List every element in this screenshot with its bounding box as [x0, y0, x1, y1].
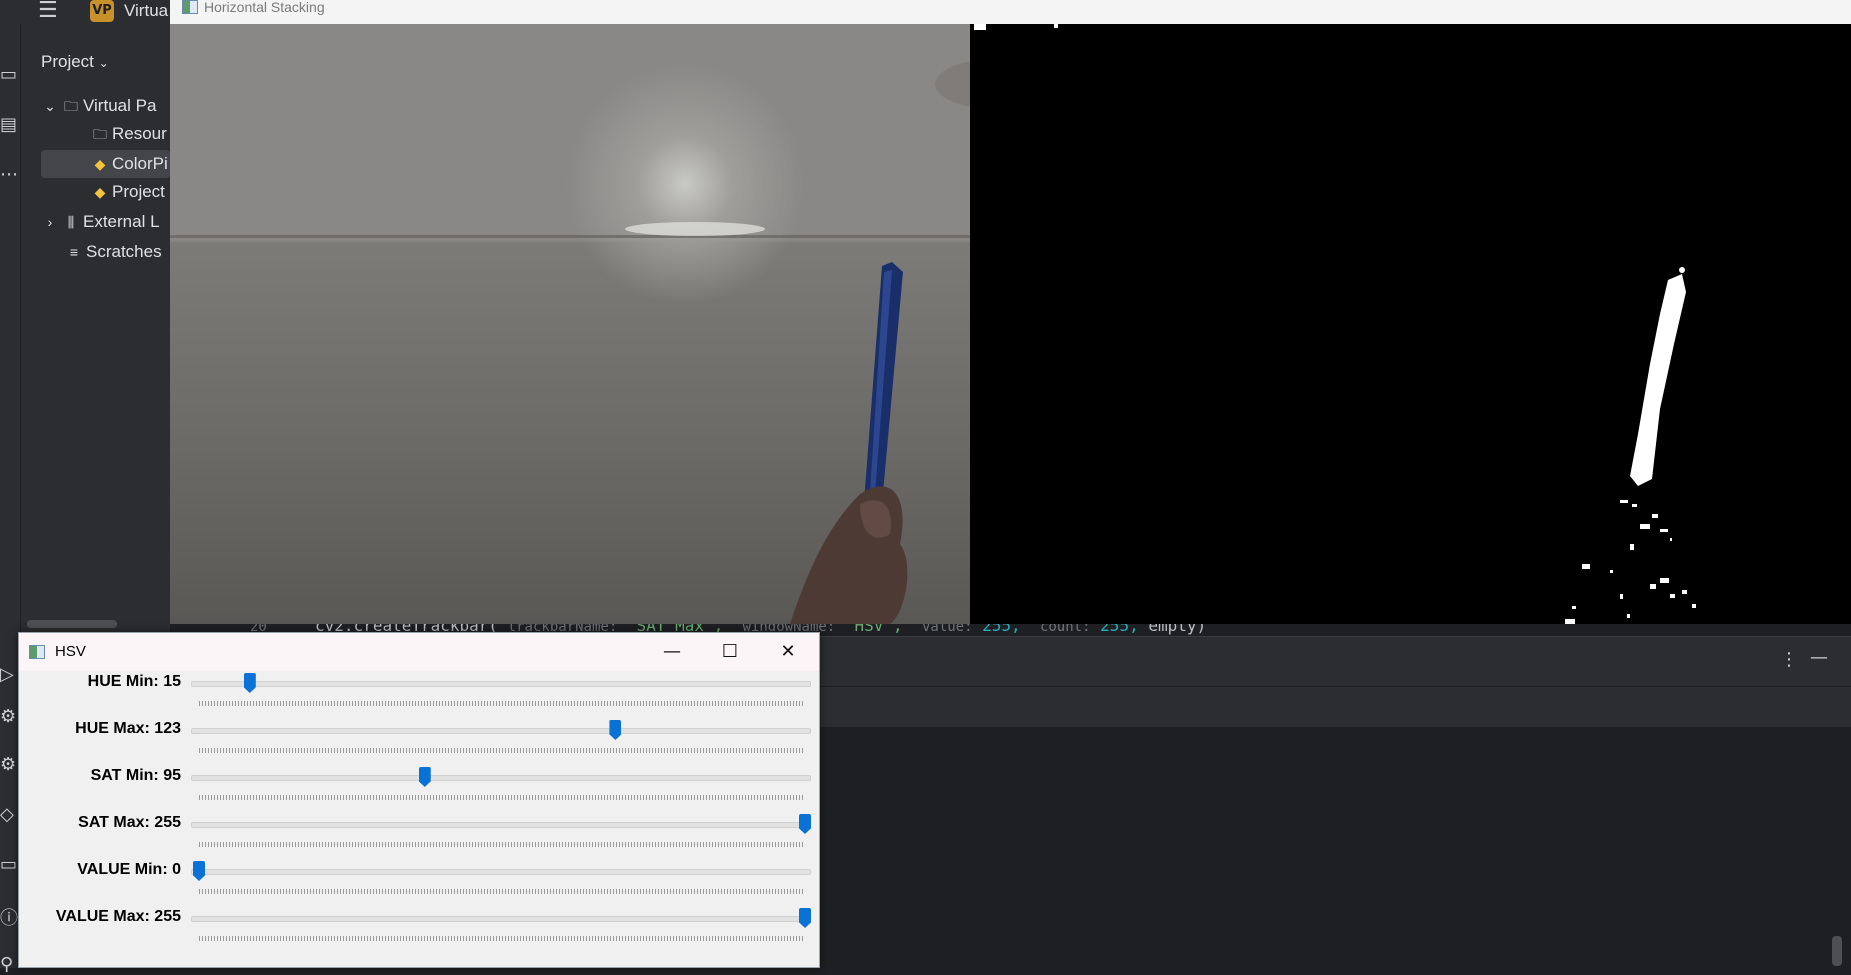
terminal-tool-icon[interactable]: ▭ [0, 854, 17, 875]
trackbar-hue-min: HUE Min: 15 [19, 671, 819, 718]
close-button[interactable]: ✕ [759, 633, 817, 671]
scratches-icon: ≡ [69, 244, 79, 260]
slider-track[interactable] [191, 916, 811, 922]
trackbar-value-max: VALUE Max: 255 [19, 906, 819, 953]
camera-feed-image [170, 24, 1055, 624]
mask-scene [974, 24, 1696, 624]
horizontal-stacking-window: Horizontal Stacking [170, 0, 1851, 624]
maximize-button[interactable]: ☐ [701, 633, 759, 671]
slider-thumb[interactable] [799, 814, 811, 834]
slider-thumb[interactable] [609, 720, 622, 740]
camera-scene [170, 59, 1055, 624]
chevron-down-icon: ⌄ [98, 56, 109, 70]
slider-track[interactable] [191, 681, 811, 687]
slider-ticks [199, 936, 805, 941]
slider-thumb[interactable] [799, 908, 811, 928]
mask-feed-image [970, 24, 1851, 624]
hand-object [790, 486, 908, 624]
window-app-icon [29, 645, 45, 659]
trackbar-label: HUE Min: 15 [87, 673, 181, 690]
more-tools-icon[interactable]: ⋯ [0, 164, 18, 185]
slider-track[interactable] [191, 728, 811, 734]
tree-item-project[interactable]: ◆ Project [91, 178, 165, 206]
hsv-window: HSV — ☐ ✕ HUE Min: 15 HUE Max: 123 SAT M… [18, 632, 820, 968]
hamburger-menu-icon[interactable]: ☰ [38, 0, 58, 23]
git-tool-icon[interactable]: ⚲ [0, 954, 13, 975]
trackbar-label: HUE Max: 123 [75, 720, 181, 737]
chevron-down-icon: ⌄ [44, 98, 56, 114]
folder-icon: 🗀 [93, 126, 107, 142]
python-file-icon: ◆ [94, 184, 106, 200]
slider-track[interactable] [191, 775, 811, 781]
tree-item-scratches[interactable]: ≡ Scratches [65, 238, 162, 266]
python-file-icon: ◆ [94, 156, 106, 172]
trackbar-sat-max: SAT Max: 255 [19, 812, 819, 859]
mask-noise [974, 24, 1696, 624]
slider-ticks [199, 889, 805, 894]
trackbar-label: VALUE Min: 0 [77, 861, 181, 878]
trackbar-value-min: VALUE Min: 0 [19, 859, 819, 906]
hsv-window-titlebar[interactable]: HSV — ☐ ✕ [19, 633, 819, 671]
hide-panel-icon[interactable]: — [1810, 647, 1828, 668]
stack-window-titlebar[interactable]: Horizontal Stacking [170, 0, 1851, 24]
chevron-right-icon: › [47, 214, 53, 230]
folder-icon: 🗀 [64, 98, 78, 114]
services-icon[interactable]: ⚙ [0, 754, 16, 775]
slider-ticks [199, 795, 805, 800]
project-panel-title[interactable]: Project ⌄ [41, 52, 109, 72]
project-name[interactable]: Virtua [124, 0, 168, 22]
tree-item-root[interactable]: ⌄ 🗀 Virtual Pa [41, 92, 156, 120]
python-packages-icon[interactable]: ⚙ [0, 706, 16, 727]
slider-thumb[interactable] [418, 767, 431, 787]
run-tool-icon[interactable]: ▷ [0, 664, 14, 685]
project-panel: Project ⌄ ⌄ 🗀 Virtual Pa 🗀 Resour ◆ ColorPi … [21, 24, 170, 634]
slider-ticks [199, 842, 805, 847]
more-options-icon[interactable]: ⋮ [1780, 649, 1798, 670]
trackbar-sat-min: SAT Min: 95 [19, 765, 819, 812]
library-icon: ⫼ [67, 214, 75, 230]
slider-thumb[interactable] [243, 673, 256, 693]
console-scrollbar[interactable] [1832, 936, 1842, 966]
problems-tool-icon[interactable]: ⓘ [0, 904, 18, 930]
debug-tool-icon[interactable]: ◇ [0, 804, 14, 825]
tree-item-colorpicker[interactable]: ◆ ColorPi [41, 150, 170, 178]
trackbar-panel: HUE Min: 15 HUE Max: 123 SAT Min: 95 SAT… [19, 671, 819, 967]
trackbar-hue-max: HUE Max: 123 [19, 718, 819, 765]
trackbar-label: SAT Min: 95 [90, 767, 181, 784]
slider-track[interactable] [191, 869, 811, 875]
slider-track[interactable] [191, 822, 811, 828]
minimize-button[interactable]: — [643, 633, 701, 671]
project-badge[interactable]: VP [90, 0, 114, 22]
structure-tool-icon[interactable]: ▤ [0, 114, 17, 135]
stack-window-title: Horizontal Stacking [204, 0, 325, 15]
trackbar-label: SAT Max: 255 [78, 814, 181, 831]
window-app-icon [182, 0, 198, 14]
project-panel-scrollbar[interactable] [27, 620, 117, 628]
project-tool-icon[interactable]: ▭ [0, 64, 17, 85]
tree-item-resources[interactable]: 🗀 Resour [91, 120, 167, 148]
tree-item-external-libraries[interactable]: › ⫼ External L [41, 208, 160, 236]
slider-ticks [199, 701, 805, 706]
trackbar-label: VALUE Max: 255 [55, 908, 181, 925]
slider-thumb[interactable] [193, 861, 205, 881]
pen-object [864, 262, 903, 504]
slider-ticks [199, 748, 805, 753]
hsv-window-title: HSV [55, 643, 86, 660]
